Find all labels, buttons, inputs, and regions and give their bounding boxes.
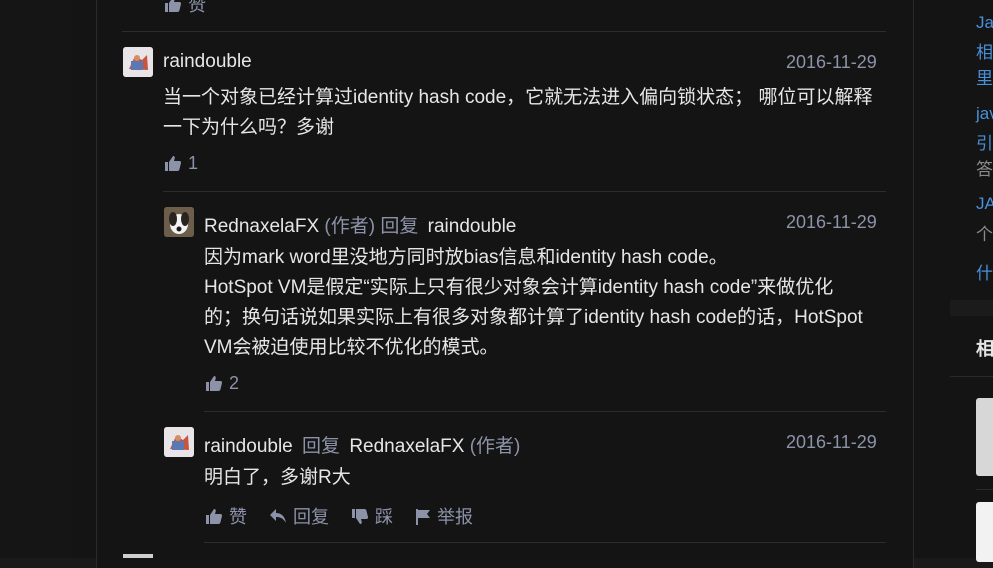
comment-date: 2016-11-29 (786, 52, 877, 72)
like-button[interactable]: 赞 (205, 503, 247, 529)
reply-to-user[interactable]: RednaxelaFX (349, 436, 464, 457)
related-link[interactable]: 相 (976, 38, 993, 63)
related-link[interactable]: 引 (976, 129, 993, 154)
like-button[interactable]: 2 (205, 373, 239, 394)
thumbs-down-icon (352, 508, 369, 524)
dislike-label: 踩 (375, 507, 393, 527)
related-meta: 个 (976, 225, 993, 244)
report-label: 举报 (437, 507, 473, 527)
flag-icon (416, 508, 430, 525)
like-count: 2 (229, 373, 240, 393)
comment-line: 的；换句话说如果实际上有很多对象都计算了identity hash code的话… (204, 307, 863, 328)
thumbs-up-icon (165, 156, 182, 171)
related-link[interactable]: Ja (976, 13, 993, 33)
comment-line: VM会被迫使用比较不优化的模式。 (204, 337, 499, 358)
thumbs-up-icon (206, 508, 223, 524)
comment-line: HotSpot VM是假定“实际上只有很少对象会计算identity hash … (204, 277, 834, 298)
like-label: 赞 (229, 507, 247, 527)
comment-header: RednaxelaFX (作者) 回复 raindouble (204, 211, 516, 238)
thumbs-up-icon (206, 376, 223, 391)
reply-to-user[interactable]: raindouble (428, 216, 517, 237)
author-tag: (作者) (469, 436, 521, 457)
comment-date: 2016-11-29 (786, 212, 877, 232)
comment-body: 因为mark word里没地方同时放bias信息和identity hash c… (204, 243, 894, 363)
like-button[interactable]: 赞 (164, 0, 206, 17)
comment-author[interactable]: RednaxelaFX (204, 216, 319, 237)
comment-author[interactable]: raindouble (163, 51, 252, 73)
related-card: Ja 相 里 jav 引 答 JA 个 什 (950, 0, 993, 300)
comment-header: raindouble 回复 RednaxelaFX (作者) (204, 431, 520, 458)
thumbs-up-icon (165, 0, 182, 12)
avatar[interactable] (164, 427, 194, 457)
divider (950, 376, 993, 377)
divider (976, 489, 993, 490)
like-count: 1 (188, 153, 199, 173)
divider (122, 31, 886, 32)
divider (204, 411, 886, 412)
section-title: 相 (976, 339, 993, 359)
like-button[interactable]: 1 (164, 153, 198, 174)
divider (204, 542, 886, 543)
avatar[interactable] (164, 207, 194, 237)
comment-line: 因为mark word里没地方同时放bias信息和identity hash c… (204, 247, 728, 268)
page-gap (938, 0, 950, 558)
related-link[interactable]: jav (976, 104, 993, 124)
reply-button[interactable]: 回复 (269, 503, 329, 529)
report-button[interactable]: 举报 (415, 503, 473, 529)
comment-line: 当一个对象已经计算过identity hash code，它就无法进入偏向锁状态… (163, 87, 873, 108)
comment-date: 2016-11-29 (786, 432, 877, 452)
comment-actions: 1 (164, 153, 220, 174)
reply-label: 回复 (293, 507, 329, 527)
author-tag: (作者) (324, 216, 376, 237)
left-gutter (0, 0, 72, 558)
avatar[interactable] (123, 47, 153, 77)
related-link[interactable]: JA (976, 194, 993, 214)
comment-line: 一下为什么吗？多谢 (163, 117, 335, 138)
related-link[interactable]: 什 (976, 259, 993, 284)
related-link[interactable]: 里 (976, 64, 993, 89)
comment-actions: 赞 回复 踩 举报 (205, 503, 495, 529)
comment-body: 明白了，多谢R大 (204, 463, 894, 493)
comment-author[interactable]: raindouble (204, 436, 293, 457)
thumbnail[interactable] (976, 502, 993, 562)
like-label: 赞 (188, 0, 206, 15)
reply-word: 回复 (302, 436, 341, 457)
comment-body: 当一个对象已经计算过identity hash code，它就无法进入偏向锁状态… (163, 83, 893, 143)
reply-word: 回复 (380, 216, 419, 237)
comment-actions: 2 (205, 373, 261, 394)
related-meta: 答 (976, 160, 993, 179)
divider (163, 191, 886, 192)
thumbnail[interactable] (976, 398, 993, 476)
dislike-button[interactable]: 踩 (351, 503, 393, 529)
comment-line: 明白了，多谢R大 (204, 467, 351, 488)
prev-comment-actions: 赞 (164, 0, 228, 17)
avatar[interactable] (123, 554, 153, 558)
reply-icon (270, 509, 286, 523)
